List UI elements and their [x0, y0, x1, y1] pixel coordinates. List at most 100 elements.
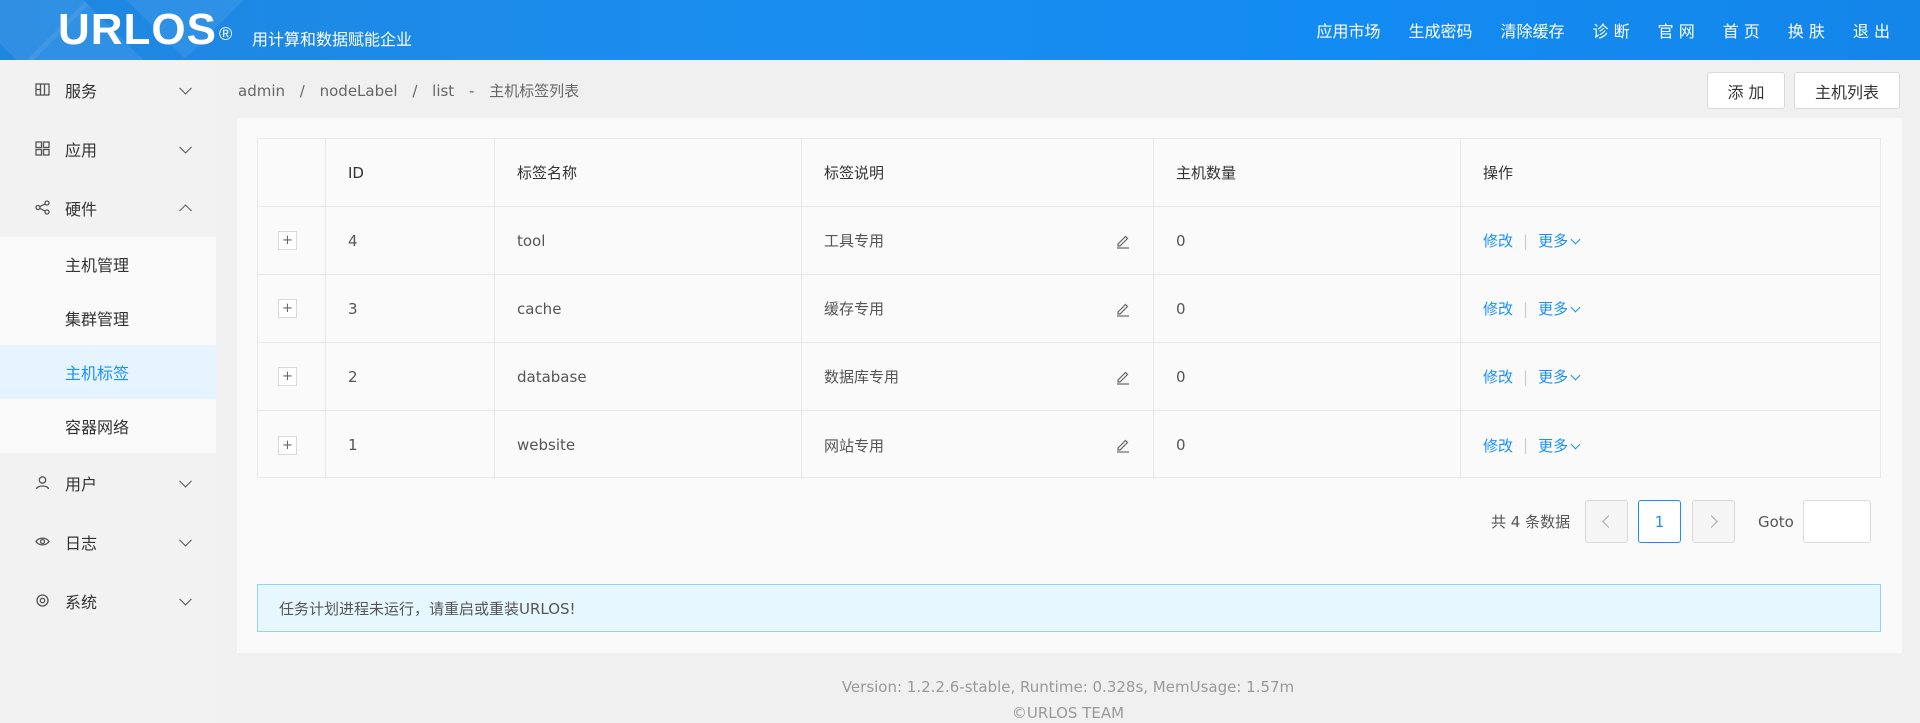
action-separator: |	[1523, 367, 1529, 386]
cell-id: 3	[326, 275, 495, 342]
chevron-down-icon	[1570, 439, 1581, 449]
grid-icon	[34, 82, 50, 98]
breadcrumb-dash: -	[468, 82, 475, 100]
cell-actions: 修改 | 更多	[1461, 207, 1882, 274]
chevron-down-icon	[1570, 302, 1581, 313]
page-title: 主机标签列表	[489, 82, 580, 100]
breadcrumb-admin[interactable]: admin	[238, 82, 285, 100]
cell-actions: 修改 | 更多	[1461, 275, 1882, 342]
cell-host-count: 0	[1154, 207, 1461, 274]
chevron-down-icon	[179, 140, 192, 154]
nav-app-market[interactable]: 应用市场	[1316, 18, 1380, 42]
cell-host-count: 0	[1154, 275, 1461, 342]
cell-name: website	[495, 411, 802, 479]
edit-link[interactable]: 修改	[1483, 366, 1513, 387]
expand-row-button[interactable]: +	[278, 435, 297, 455]
next-page-button[interactable]	[1692, 500, 1735, 543]
sidebar-item-apps[interactable]: 应用	[0, 119, 216, 178]
table-header-row: ID 标签名称 标签说明 主机数量 操作	[258, 139, 1880, 207]
edit-pencil-icon[interactable]	[1115, 437, 1131, 453]
column-header-id[interactable]: ID	[326, 139, 495, 206]
cell-description: 缓存专用	[802, 275, 1154, 342]
sidebar-item-label: 用户	[65, 474, 98, 494]
chevron-down-icon	[1570, 370, 1581, 381]
description-text: 数据库专用	[824, 368, 900, 386]
nav-logout[interactable]: 退 出	[1853, 18, 1890, 42]
nav-diagnose[interactable]: 诊 断	[1593, 18, 1630, 42]
sidebar-item-logs[interactable]: 日志	[0, 512, 216, 571]
edit-link[interactable]: 修改	[1483, 230, 1513, 251]
edit-pencil-icon[interactable]	[1115, 369, 1131, 385]
more-dropdown[interactable]: 更多	[1538, 230, 1581, 251]
action-separator: |	[1523, 231, 1529, 250]
edit-link[interactable]: 修改	[1483, 298, 1513, 319]
sidebar-item-system[interactable]: 系统	[0, 571, 216, 630]
cell-id: 1	[326, 411, 495, 479]
sidebar-item-label: 服务	[65, 81, 98, 101]
alert-text: 任务计划进程未运行，请重启或重装URLOS!	[279, 599, 576, 618]
expand-cell: +	[258, 411, 326, 479]
expand-cell: +	[258, 275, 326, 342]
chevron-right-icon	[1705, 515, 1718, 528]
sidebar-subitem-cluster-management[interactable]: 集群管理	[0, 291, 216, 345]
nav-change-skin[interactable]: 换 肤	[1788, 18, 1825, 42]
breadcrumb-separator: /	[412, 82, 418, 100]
more-label: 更多	[1538, 300, 1569, 318]
hardware-submenu: 主机管理 集群管理 主机标签 容器网络	[0, 237, 216, 453]
sidebar-subitem-host-management[interactable]: 主机管理	[0, 237, 216, 291]
page-number-button[interactable]: 1	[1638, 500, 1681, 543]
sidebar-item-users[interactable]: 用户	[0, 453, 216, 512]
host-list-button[interactable]: 主机列表	[1794, 72, 1900, 109]
sidebar-item-service[interactable]: 服务	[0, 60, 216, 119]
expand-cell: +	[258, 207, 326, 274]
warning-alert: 任务计划进程未运行，请重启或重装URLOS!	[257, 584, 1881, 632]
prev-page-button[interactable]	[1585, 500, 1628, 543]
cell-id: 4	[326, 207, 495, 274]
expand-row-button[interactable]: +	[278, 299, 297, 318]
expand-cell: +	[258, 343, 326, 410]
column-header-description[interactable]: 标签说明	[802, 139, 1154, 206]
expand-row-button[interactable]: +	[278, 231, 297, 250]
cell-id: 2	[326, 343, 495, 410]
cell-description: 网站专用	[802, 411, 1154, 479]
sidebar-subitem-container-network[interactable]: 容器网络	[0, 399, 216, 453]
action-separator: |	[1523, 299, 1529, 318]
more-dropdown[interactable]: 更多	[1538, 366, 1581, 387]
description-text: 工具专用	[824, 232, 885, 250]
sidebar-subitem-host-labels[interactable]: 主机标签	[0, 345, 216, 399]
add-button[interactable]: 添 加	[1707, 72, 1785, 109]
goto-label: Goto	[1758, 513, 1794, 531]
more-dropdown[interactable]: 更多	[1538, 435, 1581, 456]
sidebar-item-hardware[interactable]: 硬件	[0, 178, 216, 237]
nav-official-site[interactable]: 官 网	[1658, 18, 1695, 42]
column-header-name[interactable]: 标签名称	[495, 139, 802, 206]
breadcrumb-nodelabel[interactable]: nodeLabel	[320, 82, 398, 100]
breadcrumb-separator: /	[299, 82, 305, 100]
nav-generate-password[interactable]: 生成密码	[1409, 18, 1473, 42]
more-dropdown[interactable]: 更多	[1538, 298, 1581, 319]
pagination-total: 共 4 条数据	[1491, 513, 1571, 531]
column-header-host-count[interactable]: 主机数量	[1154, 139, 1461, 206]
expand-row-button[interactable]: +	[278, 367, 297, 386]
footer-version: Version: 1.2.2.6-stable, Runtime: 0.328s…	[841, 678, 1295, 696]
edit-pencil-icon[interactable]	[1115, 301, 1131, 317]
cell-host-count: 0	[1154, 411, 1461, 479]
chevron-down-icon	[179, 81, 192, 95]
cell-name: database	[495, 343, 802, 410]
chevron-down-icon	[179, 592, 192, 606]
sidebar-item-label: 硬件	[65, 199, 98, 219]
label-table: ID 标签名称 标签说明 主机数量 操作 + 4 tool 工具专用 0 修改 …	[257, 138, 1882, 479]
cell-actions: 修改 | 更多	[1461, 411, 1882, 479]
goto-page-input[interactable]	[1803, 500, 1871, 543]
description-text: 网站专用	[824, 436, 885, 455]
edit-link[interactable]: 修改	[1483, 435, 1513, 456]
logo[interactable]: URLOS ®	[58, 6, 233, 54]
cell-name: cache	[495, 275, 802, 342]
more-label: 更多	[1538, 368, 1569, 386]
user-icon	[34, 475, 50, 491]
nav-clear-cache[interactable]: 清除缓存	[1501, 18, 1565, 42]
nav-home[interactable]: 首 页	[1723, 18, 1760, 42]
eye-icon	[34, 534, 50, 550]
more-label: 更多	[1538, 436, 1569, 455]
edit-pencil-icon[interactable]	[1115, 233, 1131, 249]
